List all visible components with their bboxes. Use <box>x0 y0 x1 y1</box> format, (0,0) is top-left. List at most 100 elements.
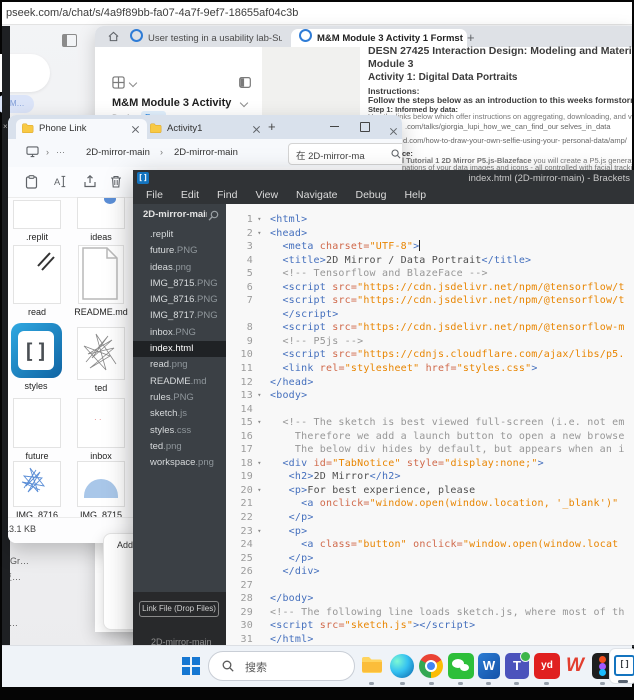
close-tab-icon[interactable] <box>252 125 260 133</box>
code-line-wrap[interactable]: </script> <box>226 308 634 322</box>
code-line-29[interactable]: 29 <!-- The following line loads sketch.j… <box>226 606 634 620</box>
sidebar-file-.replit[interactable]: .replit <box>133 227 226 243</box>
breadcrumb-folder[interactable]: 2D-mirror-main <box>86 147 150 158</box>
chat-history-item[interactable]: … <box>9 618 18 628</box>
code-editor[interactable]: 1 ▾ <html> 2 ▾ <head> 3 <meta charset="UTF-8">… <box>226 204 634 645</box>
chrome-icon[interactable] <box>419 654 443 678</box>
code-line-15[interactable]: 15 ▾ <!-- The sketch is best viewed full-… <box>226 416 634 430</box>
new-tab-button[interactable]: + <box>467 31 478 44</box>
file-styles[interactable]: [] styles <box>8 323 65 391</box>
code-line-10[interactable]: 10 <script src="https://cdnjs.cloudflare… <box>226 348 634 362</box>
code-line-17[interactable]: 17 The below div hides by default, but a… <box>226 443 634 457</box>
file-ideas[interactable]: ideas <box>72 197 130 242</box>
link-file-dropzone[interactable]: Link File (Drop Files) <box>139 601 219 617</box>
sidebar-file-sketch.js[interactable]: sketch.js <box>133 406 226 422</box>
explorer-tab-activity1[interactable]: Activity1 <box>144 119 268 139</box>
code-line-4[interactable]: 4 <title>2D Mirror / Data Portrait</titl… <box>226 254 634 268</box>
table-view-icon[interactable] <box>112 76 125 89</box>
sidebar-file-README.md[interactable]: README.md <box>133 374 226 390</box>
code-line-18[interactable]: 18 ▾ <div id="TabNotice" style="display:n… <box>226 457 634 471</box>
wechat-icon[interactable] <box>448 653 474 679</box>
doc-link[interactable]: d.com/how-to-draw-your-own-selfie-using-… <box>403 136 632 145</box>
this-pc-icon[interactable] <box>26 146 39 158</box>
code-line-14[interactable]: 14 <box>226 403 634 417</box>
search-icon[interactable] <box>391 149 401 159</box>
home-icon[interactable] <box>108 31 119 42</box>
sidebar-file-IMG_8717.PNG[interactable]: IMG_8717.PNG <box>133 308 226 324</box>
menu-edit[interactable]: Edit <box>172 186 208 204</box>
explorer-search-box[interactable]: 在 2D-mirror-ma <box>288 143 402 165</box>
youdao-icon[interactable]: yd <box>534 653 560 679</box>
menu-view[interactable]: View <box>246 186 287 204</box>
explorer-tab-phone-link[interactable]: Phone Link <box>16 119 147 139</box>
page-title[interactable]: M&M Module 3 Activity 1 F... <box>112 97 232 109</box>
code-line-9[interactable]: 9 <!-- P5js --> <box>226 335 634 349</box>
menu-navigate[interactable]: Navigate <box>287 186 346 204</box>
sidebar-file-IMG_8716.PNG[interactable]: IMG_8716.PNG <box>133 292 226 308</box>
code-line-20[interactable]: 20 ▾ <p>For best experience, please <box>226 484 634 498</box>
maximize-icon[interactable] <box>360 122 370 132</box>
minimize-icon[interactable] <box>330 126 339 128</box>
search-text[interactable]: 在 2D-mirror-ma <box>296 148 384 162</box>
sidebar-file-ted.png[interactable]: ted.png <box>133 439 226 455</box>
close-tab-icon[interactable] <box>131 125 139 133</box>
doc-link[interactable]: .com/talks/giorgia_lupi_how_we_can_find_… <box>405 122 632 131</box>
file-inbox[interactable]: inbox <box>72 398 130 461</box>
code-line-5[interactable]: 5 <!-- Tensorflow and BlazeFace --> <box>226 267 634 281</box>
code-line-19[interactable]: 19 <h2>2D Mirror</h2> <box>226 470 634 484</box>
menu-debug[interactable]: Debug <box>346 186 395 204</box>
paste-icon[interactable] <box>25 175 38 189</box>
new-tab-button[interactable]: + <box>268 120 276 133</box>
code-line-1[interactable]: 1 ▾ <html> <box>226 213 634 227</box>
file-IMG_8716[interactable]: IMG_8716 <box>8 461 66 520</box>
breadcrumb-folder[interactable]: 2D-mirror-main <box>174 147 238 158</box>
sidebar-file-styles.css[interactable]: styles.css <box>133 423 226 439</box>
menu-find[interactable]: Find <box>208 186 246 204</box>
chevron-down-icon[interactable] <box>128 78 138 88</box>
code-line-11[interactable]: 11 <link rel="stylesheet" href="styles.c… <box>226 362 634 376</box>
sidebar-file-ideas.png[interactable]: ideas.png <box>133 260 226 276</box>
edge-icon[interactable] <box>390 654 414 678</box>
code-line-3[interactable]: 3 <meta charset="UTF-8"> <box>226 240 634 254</box>
code-line-7[interactable]: 7 <script src="https://cdn.jsdelivr.net/… <box>226 294 634 308</box>
code-line-24[interactable]: 24 <a class="button" onclick="window.ope… <box>226 538 634 552</box>
share-icon[interactable] <box>83 175 97 188</box>
code-line-22[interactable]: 22 </p> <box>226 511 634 525</box>
delete-icon[interactable] <box>110 175 122 188</box>
code-line-28[interactable]: 28 </body> <box>226 592 634 606</box>
file-read[interactable]: read <box>8 245 66 317</box>
menu-help[interactable]: Help <box>395 186 435 204</box>
code-line-8[interactable]: 8 <script src="https://cdn.jsdelivr.net/… <box>226 321 634 335</box>
code-line-21[interactable]: 21 <a onclick="window.open(window.locati… <box>226 497 634 511</box>
file-explorer-icon[interactable] <box>359 653 385 679</box>
wps-icon[interactable]: W <box>562 653 588 679</box>
file-README.md[interactable]: README.md <box>72 245 130 317</box>
file-ted[interactable]: ted <box>72 327 130 393</box>
rename-icon[interactable]: A <box>54 175 69 188</box>
close-icon[interactable] <box>389 127 397 135</box>
start-button[interactable] <box>182 657 200 675</box>
close-icon[interactable]: × <box>3 122 8 131</box>
url-text[interactable]: pseek.com/a/chat/s/4a9f89bb-fa07-4a7f-9e… <box>6 7 298 19</box>
sidebar-file-index.html[interactable]: index.html <box>133 341 226 358</box>
sidebar-toggle-icon[interactable] <box>62 34 77 47</box>
code-line-16[interactable]: 16 Therefore we add a launch button to o… <box>226 430 634 444</box>
code-line-6[interactable]: 6 <script src="https://cdn.jsdelivr.net/… <box>226 281 634 295</box>
brackets-taskbar-icon[interactable]: [] <box>610 649 634 683</box>
taskbar-search-box[interactable]: 搜索 <box>208 651 355 681</box>
menu-file[interactable]: File <box>137 186 172 204</box>
add-button[interactable]: Add <box>117 540 133 550</box>
tab-user-testing[interactable]: User testing in a usability lab-Sunny <box>130 29 282 47</box>
file-IMG_8715[interactable]: IMG_8715 <box>72 461 130 520</box>
sidebar-file-IMG_8715.PNG[interactable]: IMG_8715.PNG <box>133 276 226 292</box>
code-line-2[interactable]: 2 ▾ <head> <box>226 227 634 241</box>
code-line-27[interactable]: 27 <box>226 579 634 593</box>
project-name[interactable]: 2D-mirror-main <box>143 209 207 220</box>
code-line-26[interactable]: 26 </div> <box>226 565 634 579</box>
code-line-23[interactable]: 23 ▾ <p> <box>226 525 634 539</box>
sidebar-file-future.PNG[interactable]: future.PNG <box>133 243 226 259</box>
code-line-30[interactable]: 30 <script src="sketch.js"></script> <box>226 619 634 633</box>
code-line-13[interactable]: 13 ▾ <body> <box>226 389 634 403</box>
code-line-25[interactable]: 25 </p> <box>226 552 634 566</box>
word-icon[interactable]: W <box>478 653 500 679</box>
